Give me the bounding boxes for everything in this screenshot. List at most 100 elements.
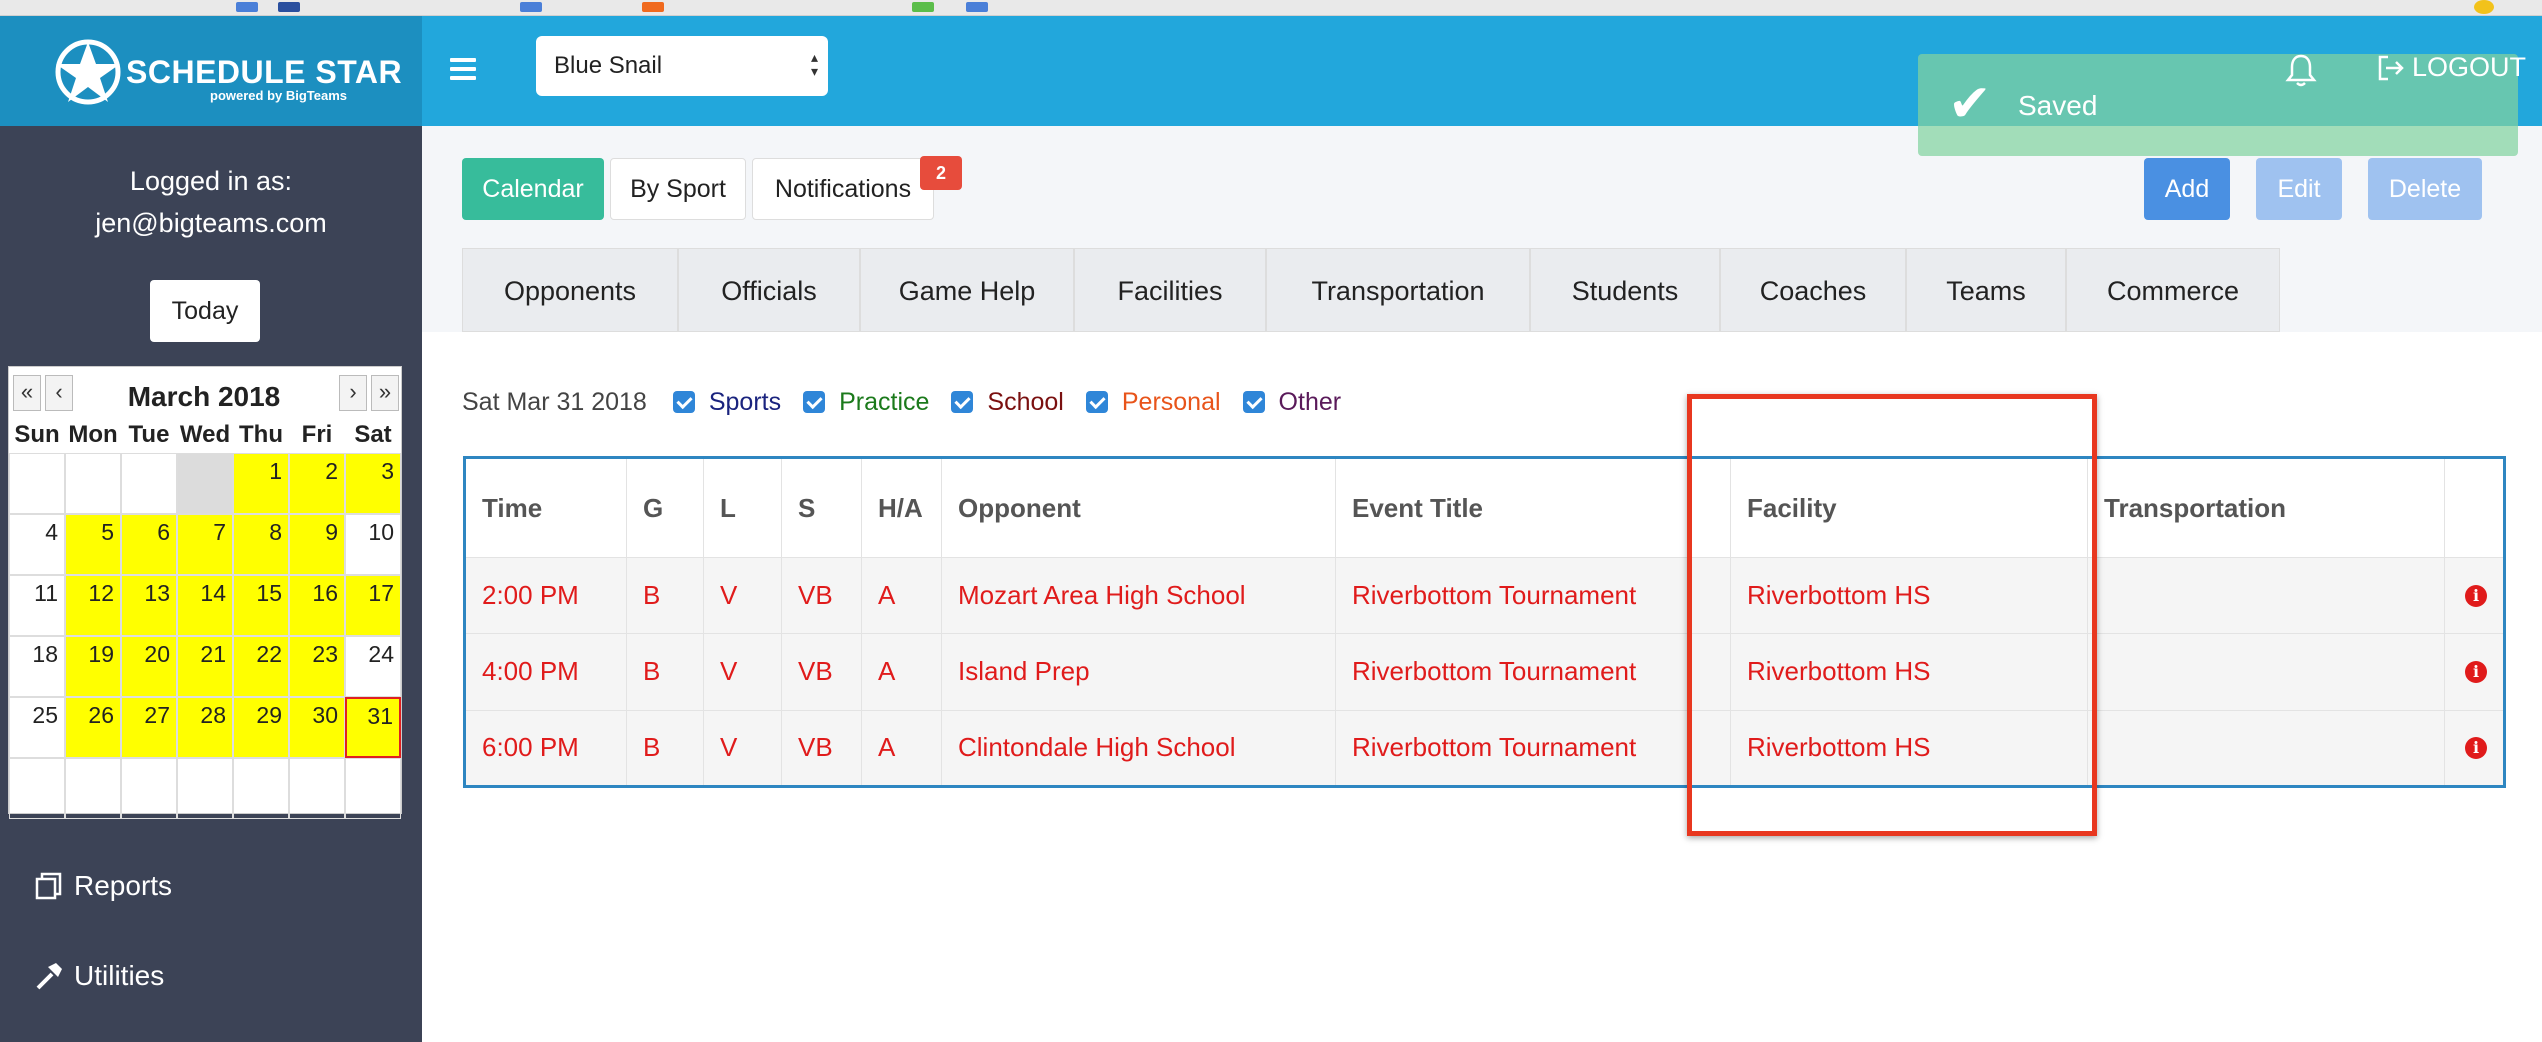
column-header-event-title[interactable]: Event Title <box>1335 457 1731 558</box>
table-row[interactable]: 2:00 PM B V VB A Mozart Area High School… <box>464 556 2505 634</box>
tab-transportation[interactable]: Transportation <box>1266 248 1530 332</box>
hamburger-menu-icon[interactable] <box>450 58 476 80</box>
column-header-sport[interactable]: S <box>781 457 862 558</box>
add-button[interactable]: Add <box>2144 158 2230 220</box>
calendar-day-grid: 1 2 3 4 5 6 7 8 9 10 11 12 13 14 15 16 17 18 19 20 21 22 23 24 2… <box>9 453 401 819</box>
schedule-panel: Sat Mar 31 2018 Sports Practice School P… <box>422 332 2542 1042</box>
calendar-day[interactable]: 1 <box>233 453 289 514</box>
logged-in-info: Logged in as: jen@bigteams.com <box>0 160 422 244</box>
hammer-icon <box>36 963 62 990</box>
calendar-day[interactable]: 3 <box>345 453 401 514</box>
column-header-home-away[interactable]: H/A <box>861 457 942 558</box>
tab-officials[interactable]: Officials <box>678 248 860 332</box>
tab-opponents[interactable]: Opponents <box>462 248 678 332</box>
checkbox-checked-icon[interactable] <box>951 391 974 413</box>
calendar-day[interactable]: 7 <box>177 514 233 575</box>
filter-practice[interactable]: Practice <box>803 388 929 417</box>
prev-month-button[interactable]: ‹ <box>45 375 73 411</box>
calendar-day[interactable]: 27 <box>121 697 177 758</box>
calendar-day[interactable]: 10 <box>345 514 401 575</box>
logout-button[interactable]: LOGOUT <box>2376 52 2526 83</box>
prev-year-button[interactable]: « <box>13 375 41 411</box>
calendar-day[interactable]: 2 <box>289 453 345 514</box>
calendar-day[interactable]: 25 <box>9 697 65 758</box>
tab-coaches[interactable]: Coaches <box>1720 248 1906 332</box>
today-button[interactable]: Today <box>150 280 260 342</box>
calendar-day[interactable]: 16 <box>289 575 345 636</box>
cell-level: V <box>703 556 782 634</box>
column-header-gender[interactable]: G <box>626 457 704 558</box>
filter-personal[interactable]: Personal <box>1085 388 1221 417</box>
team-select-value: Blue Snail <box>554 52 663 79</box>
calendar-day[interactable]: 30 <box>289 697 345 758</box>
brand-logo[interactable]: SCHEDULE STAR powered by BigTeams <box>0 16 422 126</box>
calendar-month-title: March 2018 <box>127 381 281 412</box>
notifications-button[interactable]: Notifications <box>752 158 934 220</box>
logout-icon <box>2378 55 2404 80</box>
calendar-weekday-row: Sun Mon Tue Wed Thu Fri Sat <box>9 421 401 453</box>
tab-students[interactable]: Students <box>1530 248 1720 332</box>
calendar-day[interactable]: 23 <box>289 636 345 697</box>
calendar-day <box>289 758 345 819</box>
calendar-day[interactable]: 13 <box>121 575 177 636</box>
column-header-level[interactable]: L <box>703 457 782 558</box>
calendar-day[interactable]: 11 <box>9 575 65 636</box>
tab-facilities[interactable]: Facilities <box>1074 248 1266 332</box>
calendar-day[interactable]: 5 <box>65 514 121 575</box>
calendar-day[interactable]: 15 <box>233 575 289 636</box>
cell-gender: B <box>626 633 704 711</box>
calendar-day <box>121 453 177 514</box>
next-month-button[interactable]: › <box>339 375 367 411</box>
filter-school-label: School <box>987 387 1064 416</box>
filter-sports[interactable]: Sports <box>672 388 781 417</box>
calendar-day[interactable]: 29 <box>233 697 289 758</box>
column-header-opponent[interactable]: Opponent <box>941 457 1336 558</box>
user-email: jen@bigteams.com <box>95 208 327 238</box>
column-header-time[interactable]: Time <box>464 457 627 558</box>
tab-game-help[interactable]: Game Help <box>860 248 1074 332</box>
weekday-label: Sat <box>354 421 392 448</box>
calendar-day[interactable]: 22 <box>233 636 289 697</box>
info-icon[interactable]: i <box>2465 584 2487 607</box>
checkbox-checked-icon[interactable] <box>803 391 826 413</box>
calendar-day[interactable]: 4 <box>9 514 65 575</box>
calendar-day[interactable]: 24 <box>345 636 401 697</box>
cell-sport: VB <box>781 556 862 634</box>
calendar-day[interactable]: 12 <box>65 575 121 636</box>
checkbox-checked-icon[interactable] <box>672 391 695 413</box>
edit-button[interactable]: Edit <box>2256 158 2342 220</box>
tab-teams[interactable]: Teams <box>1906 248 2066 332</box>
calendar-day[interactable]: 18 <box>9 636 65 697</box>
calendar-day[interactable]: 19 <box>65 636 121 697</box>
calendar-day[interactable]: 14 <box>177 575 233 636</box>
checkbox-checked-icon[interactable] <box>1242 391 1265 413</box>
calendar-day[interactable]: 21 <box>177 636 233 697</box>
calendar-day-selected[interactable]: 31 <box>345 697 401 758</box>
calendar-day[interactable]: 17 <box>345 575 401 636</box>
tab-commerce[interactable]: Commerce <box>2066 248 2280 332</box>
calendar-day[interactable]: 6 <box>121 514 177 575</box>
by-sport-view-button[interactable]: By Sport <box>610 158 746 220</box>
filter-other[interactable]: Other <box>1242 388 1341 417</box>
calendar-day[interactable]: 8 <box>233 514 289 575</box>
team-select[interactable]: Blue Snail ▴ ▾ <box>536 36 828 96</box>
info-icon[interactable]: i <box>2465 660 2487 683</box>
calendar-day[interactable]: 9 <box>289 514 345 575</box>
calendar-day <box>9 758 65 819</box>
reports-link[interactable]: Reports <box>34 870 172 902</box>
info-icon[interactable]: i <box>2465 736 2487 759</box>
utilities-link[interactable]: Utilities <box>34 960 164 992</box>
calendar-day[interactable]: 26 <box>65 697 121 758</box>
column-header-transportation[interactable]: Transportation <box>2087 457 2445 558</box>
delete-button[interactable]: Delete <box>2368 158 2482 220</box>
table-row[interactable]: 6:00 PM B V VB A Clintondale High School… <box>464 709 2505 787</box>
bell-icon[interactable] <box>2284 52 2318 88</box>
calendar-day[interactable]: 28 <box>177 697 233 758</box>
calendar-day[interactable]: 20 <box>121 636 177 697</box>
filter-school[interactable]: School <box>951 387 1064 417</box>
section-tabs: Opponents Officials Game Help Facilities… <box>462 248 2280 332</box>
calendar-view-button[interactable]: Calendar <box>462 158 604 220</box>
next-year-button[interactable]: » <box>371 375 399 411</box>
table-row[interactable]: 4:00 PM B V VB A Island Prep Riverbottom… <box>464 633 2505 711</box>
checkbox-checked-icon[interactable] <box>1085 391 1108 413</box>
